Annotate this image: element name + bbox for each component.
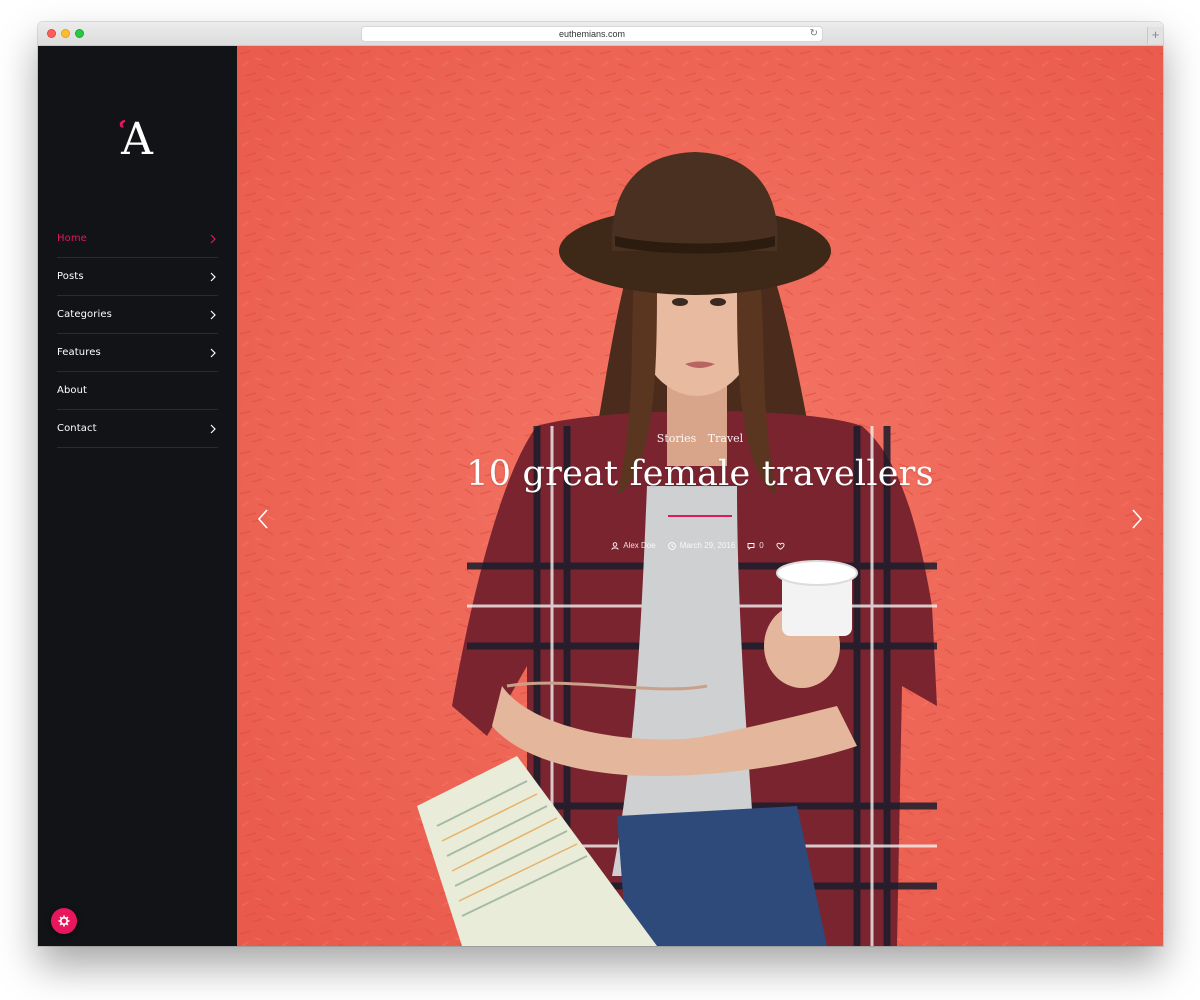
slide-caption: Stories Travel 10 great female traveller… bbox=[237, 432, 1163, 550]
nav-item-categories[interactable]: Categories bbox=[57, 296, 218, 334]
heart-icon bbox=[776, 542, 785, 550]
nav-item-label: Categories bbox=[57, 309, 112, 320]
maximize-window-button[interactable] bbox=[75, 29, 84, 38]
user-icon bbox=[611, 541, 619, 550]
post-likes[interactable] bbox=[776, 542, 789, 550]
hero-slider: Stories Travel 10 great female traveller… bbox=[237, 46, 1163, 946]
post-title[interactable]: 10 great female travellers bbox=[237, 454, 1163, 494]
nav-item-posts[interactable]: Posts bbox=[57, 258, 218, 296]
main-navigation: Home Posts Categories Features About Con… bbox=[57, 220, 218, 448]
nav-item-features[interactable]: Features bbox=[57, 334, 218, 372]
post-comments[interactable]: 0 bbox=[747, 541, 764, 550]
post-author[interactable]: Alex Doe bbox=[611, 541, 656, 550]
settings-button[interactable] bbox=[51, 908, 77, 934]
post-categories: Stories Travel bbox=[237, 432, 1163, 445]
gear-icon bbox=[58, 915, 70, 927]
category-link-stories[interactable]: Stories bbox=[657, 432, 697, 445]
post-date-text: March 29, 2016 bbox=[679, 541, 736, 550]
post-author-name: Alex Doe bbox=[623, 541, 656, 550]
svg-text:A: A bbox=[120, 114, 154, 160]
clock-icon bbox=[667, 541, 676, 550]
chevron-right-icon bbox=[210, 310, 216, 320]
address-bar-url: euthemians.com bbox=[558, 29, 626, 39]
nav-item-contact[interactable]: Contact bbox=[57, 410, 218, 448]
comment-icon bbox=[747, 542, 755, 550]
sidebar: A Home Posts Categories Features About C… bbox=[38, 46, 237, 946]
nav-item-label: Home bbox=[57, 233, 87, 244]
title-divider bbox=[668, 515, 732, 517]
new-tab-button[interactable]: + bbox=[1147, 27, 1163, 44]
post-date: March 29, 2016 bbox=[667, 541, 736, 550]
logo-mark: A bbox=[119, 114, 154, 165]
post-meta: Alex Doe March 29, 2016 0 bbox=[237, 541, 1163, 550]
nav-item-label: Posts bbox=[57, 271, 84, 282]
post-comment-count: 0 bbox=[759, 541, 764, 550]
chevron-right-icon bbox=[210, 272, 216, 282]
chevron-right-icon bbox=[210, 348, 216, 358]
site-logo[interactable]: A bbox=[112, 110, 162, 165]
chevron-right-icon bbox=[210, 234, 216, 244]
address-bar[interactable]: euthemians.com ↻ bbox=[361, 26, 823, 42]
minimize-window-button[interactable] bbox=[61, 29, 70, 38]
reload-icon[interactable]: ↻ bbox=[810, 27, 818, 41]
chevron-right-icon[interactable] bbox=[1130, 508, 1144, 530]
nav-item-label: Features bbox=[57, 347, 101, 358]
close-window-button[interactable] bbox=[47, 29, 56, 38]
browser-window: euthemians.com ↻ + A Home Posts Categori… bbox=[38, 22, 1163, 946]
nav-item-label: About bbox=[57, 385, 88, 396]
category-link-travel[interactable]: Travel bbox=[708, 432, 743, 445]
nav-item-home[interactable]: Home bbox=[57, 220, 218, 258]
nav-item-about[interactable]: About bbox=[57, 372, 218, 410]
browser-titlebar: euthemians.com ↻ + bbox=[38, 22, 1163, 46]
chevron-left-icon[interactable] bbox=[256, 508, 270, 530]
nav-item-label: Contact bbox=[57, 423, 97, 434]
chevron-right-icon bbox=[210, 424, 216, 434]
